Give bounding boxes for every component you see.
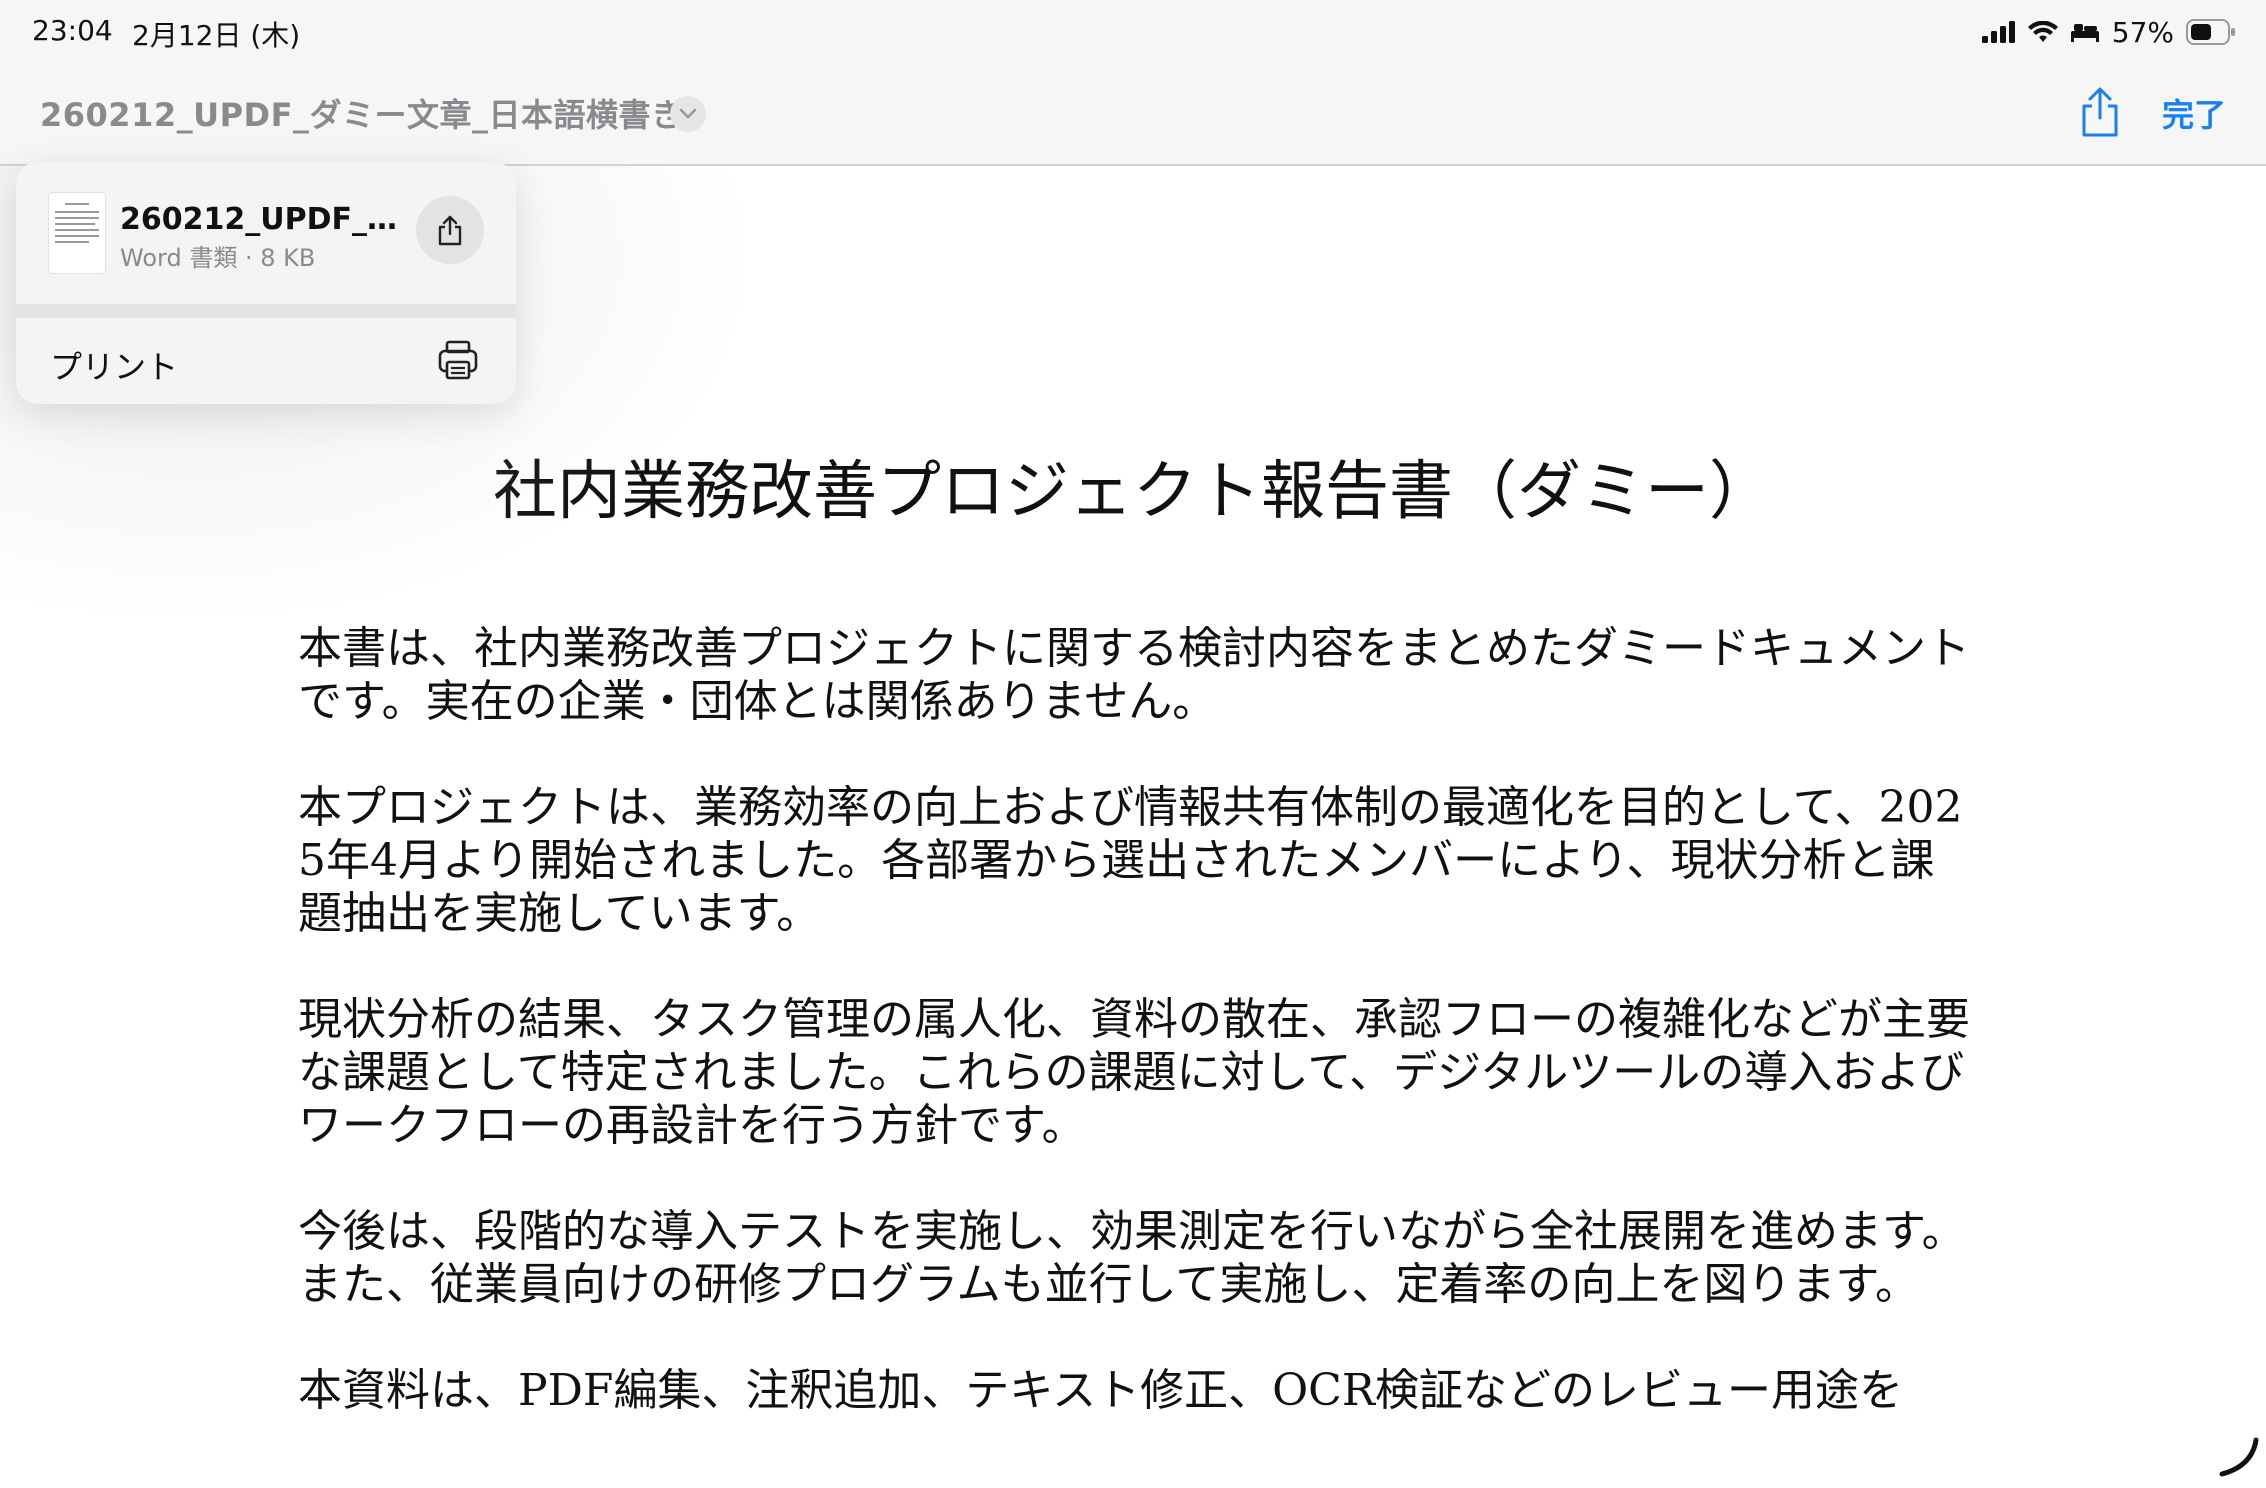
- file-thumbnail: [48, 192, 106, 274]
- status-bar: 23:04 2月12日 (木) 57%: [0, 0, 2266, 62]
- status-date: 2月12日 (木): [132, 19, 301, 52]
- cellular-signal-icon: [1981, 21, 2015, 43]
- bed-icon: [2070, 24, 2099, 42]
- file-menu-popover: 260212_UPDF_ダミー文章_日本語横書き Word 書類 · 8 KB …: [16, 162, 516, 404]
- file-share-button[interactable]: [416, 196, 484, 264]
- document-paragraph: 本資料は、PDF編集、注釈追加、テキスト修正、OCR検証などのレビュー用途を: [298, 1365, 1903, 1416]
- print-label: プリント: [50, 348, 179, 386]
- document-paragraph: 本プロジェクトは、業務効率の向上および情報共有体制の最適化を目的として、2025…: [298, 782, 1963, 939]
- navigation-bar: 260212_UPDF_ダミー文章_日本語横書き 完了: [0, 62, 2266, 166]
- status-time: 23:04: [32, 14, 113, 47]
- status-indicators: 57%: [1981, 14, 2236, 50]
- done-button[interactable]: 完了: [2162, 90, 2226, 136]
- popover-divider: [16, 304, 516, 318]
- share-icon: [2082, 87, 2118, 137]
- document-heading: 社内業務改善プロジェクト報告書（ダミー）: [493, 455, 1773, 529]
- document-body: 本書は、社内業務改善プロジェクトに関する検討内容をまとめたダミードキュメントです…: [298, 622, 1970, 1470]
- battery-percentage: 57%: [2111, 15, 2174, 49]
- file-name: 260212_UPDF_ダミー文章_日本語横書き: [120, 202, 406, 237]
- share-icon: [438, 215, 462, 246]
- print-menu-item[interactable]: プリント: [16, 318, 516, 404]
- document-title[interactable]: 260212_UPDF_ダミー文章_日本語横書き: [40, 90, 683, 136]
- battery-icon: [2186, 19, 2235, 45]
- document-paragraph: 今後は、段階的な導入テストを実施し、効果測定を行いながら全社展開を進めます。また…: [298, 1206, 1966, 1310]
- scroll-indicator-icon[interactable]: [2216, 1436, 2260, 1480]
- document-paragraph: 本書は、社内業務改善プロジェクトに関する検討内容をまとめたダミードキュメントです…: [298, 623, 1970, 727]
- wifi-icon: [2027, 21, 2058, 42]
- file-meta: Word 書類 · 8 KB: [120, 244, 316, 272]
- file-info-row: 260212_UPDF_ダミー文章_日本語横書き Word 書類 · 8 KB: [16, 162, 516, 304]
- chevron-down-icon: [679, 108, 697, 119]
- share-button[interactable]: [2072, 82, 2128, 142]
- document-paragraph: 現状分析の結果、タスク管理の属人化、資料の散在、承認フローの複雑化などが主要な課…: [298, 994, 1970, 1151]
- printer-icon: [438, 340, 478, 380]
- title-menu-button[interactable]: [670, 96, 706, 132]
